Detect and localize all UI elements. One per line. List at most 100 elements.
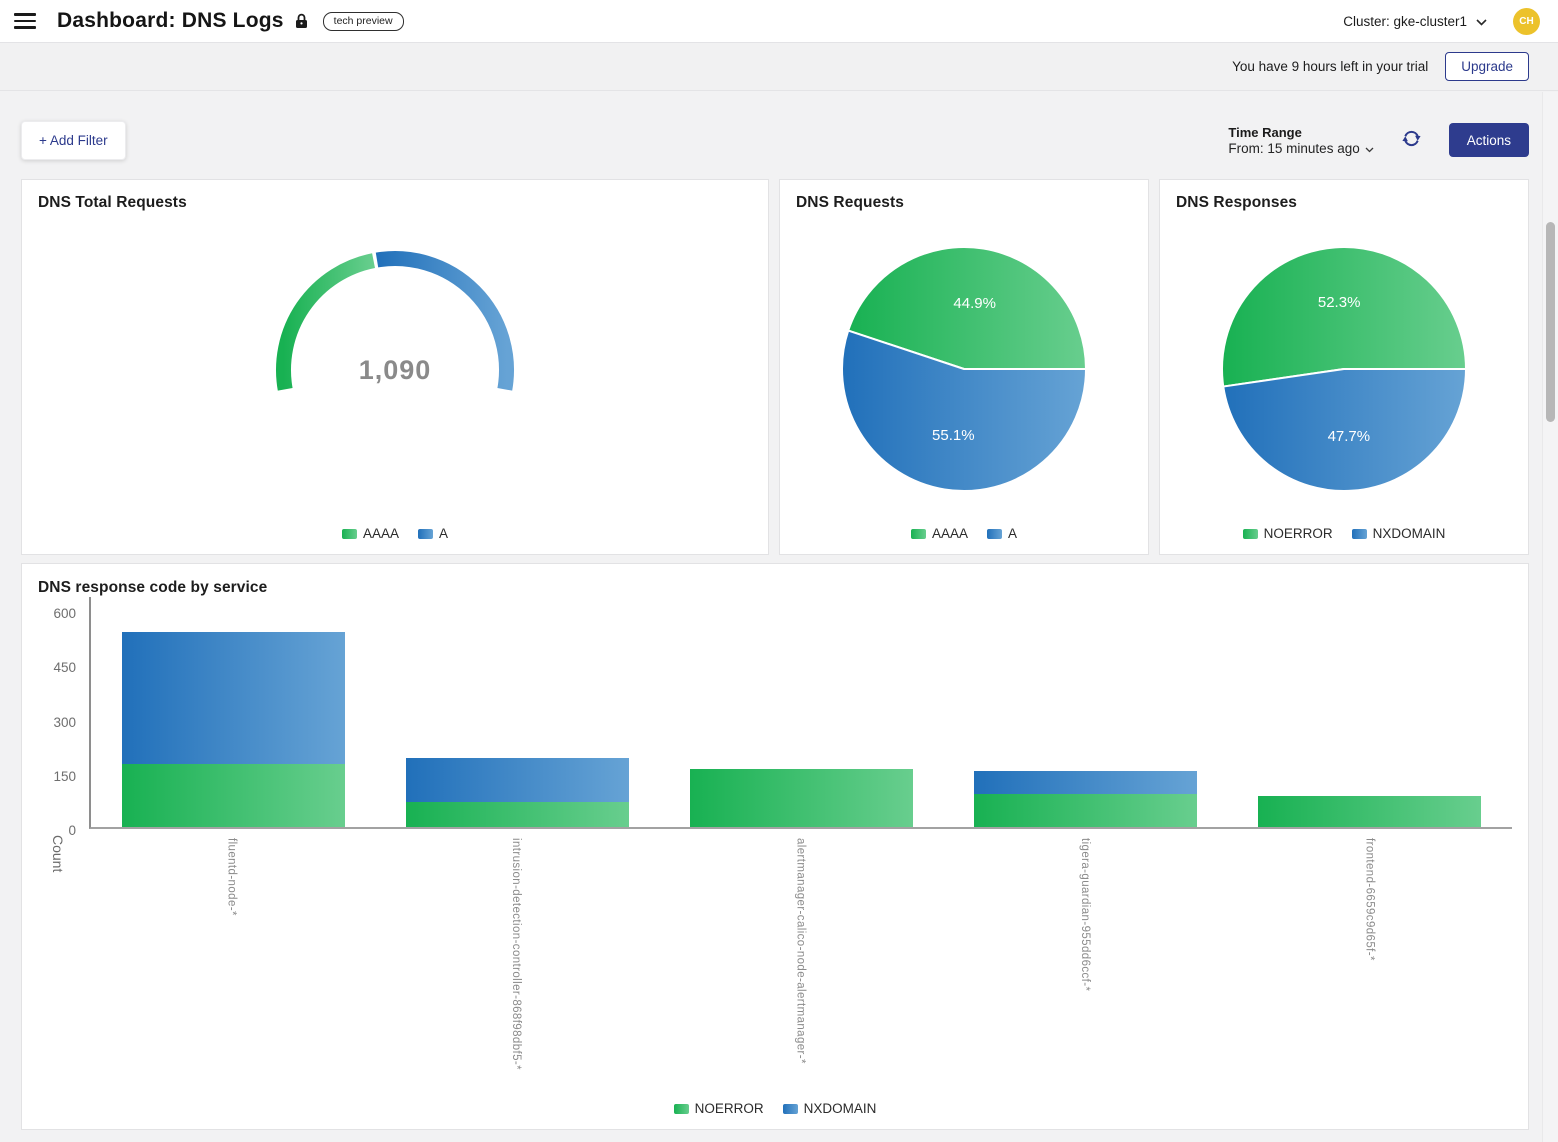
x-axis-label-wrap: tigera-guardian-955dd6ccf-*: [943, 829, 1228, 1075]
legend-swatch: [1243, 529, 1258, 539]
bar-segment-NXDOMAIN[interactable]: [974, 771, 1197, 795]
stacked-bar-intrusion-detection-controller-868f98dbf5-*[interactable]: [406, 758, 629, 827]
bar-chart-plot[interactable]: [89, 597, 1512, 829]
bar-segment-NXDOMAIN[interactable]: [122, 632, 345, 764]
legend-item-AAAA[interactable]: AAAA: [342, 526, 399, 541]
y-tick-label: 0: [68, 823, 76, 838]
pie-chart[interactable]: 44.9% 55.1%: [839, 244, 1089, 494]
trial-message: You have 9 hours left in your trial: [1232, 59, 1428, 74]
pie-slice-label: 47.7%: [1328, 428, 1371, 445]
y-tick-label: 150: [53, 769, 76, 784]
chart-legend: AAAAA: [22, 526, 768, 541]
legend-item-NOERROR[interactable]: NOERROR: [674, 1101, 764, 1116]
bar-band: [659, 610, 943, 827]
dns-responses-card: DNS Responses 52.3% 47.7% NOERROR NXDOMAIN: [1159, 179, 1529, 555]
legend-swatch: [342, 529, 357, 539]
legend-swatch: [911, 529, 926, 539]
bar-segment-NXDOMAIN[interactable]: [406, 758, 629, 801]
legend-label: NOERROR: [1264, 526, 1333, 541]
legend-label: NXDOMAIN: [804, 1101, 877, 1116]
legend-label: A: [439, 526, 448, 541]
card-title: DNS Responses: [1176, 194, 1512, 212]
dns-total-requests-card: DNS Total Requests 1,090 AAAAA: [21, 179, 769, 555]
legend-swatch: [783, 1104, 798, 1114]
pie-slice-label: 44.9%: [953, 295, 996, 312]
summary-cards-row: DNS Total Requests 1,090 AAAAA DNS Reque…: [21, 179, 1529, 555]
bar-segment-NOERROR[interactable]: [122, 764, 345, 827]
legend-label: A: [1008, 526, 1017, 541]
bar-segment-NOERROR[interactable]: [1258, 796, 1481, 827]
x-axis-label: tigera-guardian-955dd6ccf-*: [1079, 838, 1091, 1075]
cluster-label: Cluster: gke-cluster1: [1343, 14, 1467, 29]
gauge-value: 1,090: [359, 355, 432, 385]
y-axis-title: Count: [38, 829, 89, 1075]
legend-item-NXDOMAIN[interactable]: NXDOMAIN: [1352, 526, 1446, 541]
scrollbar-thumb[interactable]: [1546, 222, 1555, 422]
stacked-bar-tigera-guardian-955dd6ccf-*[interactable]: [974, 771, 1197, 827]
legend-label: NOERROR: [695, 1101, 764, 1116]
hamburger-menu-button[interactable]: [14, 11, 38, 31]
x-axis-label: alertmanager-calico-node-alertmanager-*: [794, 838, 806, 1075]
pie-slice-label: 55.1%: [932, 427, 975, 444]
pie-chart[interactable]: 52.3% 47.7%: [1219, 244, 1469, 494]
cluster-selector[interactable]: Cluster: gke-cluster1: [1341, 8, 1489, 35]
x-axis-label-wrap: frontend-6659c9d65f-*: [1227, 829, 1512, 1075]
lock-icon: [295, 13, 308, 29]
pie-slice-label: 52.3%: [1318, 294, 1361, 311]
pie-slice-NOERROR[interactable]: [1222, 247, 1466, 387]
x-axis-label: frontend-6659c9d65f-*: [1364, 838, 1376, 1075]
bar-segment-NOERROR[interactable]: [406, 802, 629, 827]
y-axis-ticks: 0150300450600: [38, 597, 89, 829]
time-range-dropdown[interactable]: From: 15 minutes ago: [1228, 141, 1373, 156]
y-tick-label: 450: [53, 660, 76, 675]
legend-item-NXDOMAIN[interactable]: NXDOMAIN: [783, 1101, 877, 1116]
dashboard-content: + Add Filter Time Range From: 15 minutes…: [0, 91, 1558, 1142]
bar-band: [944, 610, 1228, 827]
time-range-title: Time Range: [1228, 125, 1373, 140]
bar-segment-NOERROR[interactable]: [690, 769, 913, 827]
legend-swatch: [418, 529, 433, 539]
add-filter-button[interactable]: + Add Filter: [21, 121, 126, 160]
x-axis-label-wrap: alertmanager-calico-node-alertmanager-*: [658, 829, 943, 1075]
legend-label: AAAA: [932, 526, 968, 541]
refresh-button[interactable]: [1401, 128, 1422, 152]
x-axis-label-wrap: fluentd-node-*: [89, 829, 374, 1075]
tech-preview-badge: tech preview: [323, 12, 404, 31]
chevron-down-icon: [1365, 141, 1374, 156]
x-axis-labels-row: Count fluentd-node-* intrusion-detection-…: [38, 829, 1512, 1075]
card-title: DNS Total Requests: [38, 194, 752, 212]
gauge-chart[interactable]: 1,090: [270, 249, 520, 395]
x-axis-label-wrap: intrusion-detection-controller-868f98dbf…: [374, 829, 659, 1075]
upgrade-button[interactable]: Upgrade: [1445, 52, 1529, 81]
stacked-bar-fluentd-node-*[interactable]: [122, 632, 345, 827]
chevron-down-icon: [1476, 14, 1487, 29]
card-title: DNS response code by service: [38, 579, 1512, 597]
card-title: DNS Requests: [796, 194, 1132, 212]
dns-requests-card: DNS Requests 44.9%55.1% AAAAA: [779, 179, 1149, 555]
x-axis-label: fluentd-node-*: [225, 838, 237, 1075]
legend-item-AAAA[interactable]: AAAA: [911, 526, 968, 541]
stacked-bar-alertmanager-calico-node-alertmanager-*[interactable]: [690, 769, 913, 827]
actions-button[interactable]: Actions: [1449, 123, 1529, 157]
time-range: Time Range From: 15 minutes ago: [1228, 125, 1373, 156]
legend-label: AAAA: [363, 526, 399, 541]
y-tick-label: 600: [53, 606, 76, 621]
y-tick-label: 300: [53, 715, 76, 730]
bar-segment-NOERROR[interactable]: [974, 794, 1197, 827]
stacked-bar-frontend-6659c9d65f-*[interactable]: [1258, 796, 1481, 827]
legend-swatch: [987, 529, 1002, 539]
chart-legend: NOERROR NXDOMAIN: [1160, 526, 1528, 541]
legend-item-A[interactable]: A: [987, 526, 1017, 541]
chart-legend: NOERROR NXDOMAIN: [22, 1101, 1528, 1116]
bar-band: [375, 610, 659, 827]
toolbar: + Add Filter Time Range From: 15 minutes…: [21, 118, 1529, 162]
legend-item-NOERROR[interactable]: NOERROR: [1243, 526, 1333, 541]
scrollbar-track[interactable]: [1542, 92, 1558, 1142]
legend-item-A[interactable]: A: [418, 526, 448, 541]
bar-band: [91, 610, 375, 827]
page-title: Dashboard: DNS Logs: [57, 9, 284, 33]
x-axis-label: intrusion-detection-controller-868f98dbf…: [510, 838, 522, 1075]
dns-response-code-card: DNS response code by service 0 150 300 450 6…: [21, 563, 1529, 1130]
avatar[interactable]: CH: [1513, 8, 1540, 35]
trial-banner: You have 9 hours left in your trial Upgr…: [0, 43, 1558, 91]
